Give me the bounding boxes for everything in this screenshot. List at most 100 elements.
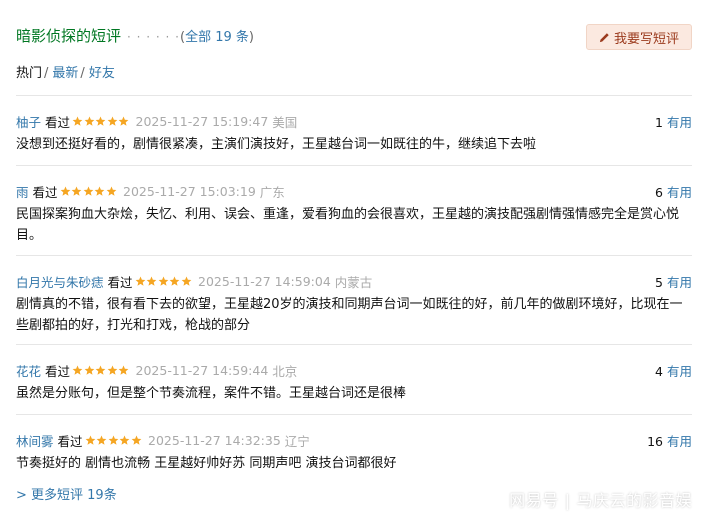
comment-time: 2025-11-27 14:59:04 <box>198 274 331 289</box>
star-icon <box>107 116 117 126</box>
comment-user-link[interactable]: 白月光与朱砂痣 <box>16 272 104 291</box>
star-icon <box>106 186 116 196</box>
watermark-divider: | <box>564 491 571 510</box>
comment-item: 白月光与朱砂痣 看过 2025-11-27 14:59:04 内蒙古 5 有用剧情真的不错… <box>16 255 692 344</box>
useful-label[interactable]: 有用 <box>667 185 692 200</box>
comment-location: 广东 <box>259 185 285 200</box>
comment-user-link[interactable]: 雨 <box>16 182 29 201</box>
useful-count: 4 <box>655 364 663 379</box>
comment-time: 2025-11-27 14:59:44 <box>135 363 269 378</box>
star-icon <box>135 276 145 286</box>
tab-separator: / <box>80 66 85 81</box>
star-icon <box>96 435 107 445</box>
star-icon <box>146 276 157 286</box>
star-icon <box>169 276 180 286</box>
comment-content: 虽然是分账句，但是整个节奏流程，案件不错。王星越台词还是很棒 <box>16 386 407 401</box>
star-icon <box>118 116 129 126</box>
total-close-paren: ) <box>248 30 254 45</box>
useful-label[interactable]: 有用 <box>667 275 692 290</box>
comment-time: 2025-11-27 15:19:47 <box>135 114 269 129</box>
star-icon <box>85 435 95 445</box>
comment-user-link[interactable]: 林间雾 <box>16 431 54 450</box>
write-comment-button[interactable]: 我要写短评 <box>585 24 692 50</box>
comment-list: 柚子 看过 2025-11-27 15:19:47 美国 1 有用 没想到还挺好看的，剧情很… <box>16 95 692 484</box>
watched-label: 看过 <box>107 275 133 290</box>
watched-label: 看过 <box>32 185 58 200</box>
comment-item: 柚子 看过 2025-11-27 15:19:47 美国 1 有用没想到还挺好看的，剧情很… <box>16 95 692 165</box>
comment-time: 2025-11-27 15:03:19 <box>123 184 256 199</box>
comment-location: 美国 <box>272 115 298 130</box>
star-icon <box>83 186 93 196</box>
comment-item: 花花 看过 2025-11-27 14:59:44 北京 4 有用虽然是分账句，但是整个节… <box>16 344 692 414</box>
comment-content: 节奏挺好的 剧情也流畅 王星越好帅好苏 同期声吧 演技台词都很好 <box>16 456 397 471</box>
write-comment-label: 我要写短评 <box>613 31 679 47</box>
useful-label[interactable]: 有用 <box>667 364 692 379</box>
star-icon <box>118 365 129 375</box>
star-icon <box>158 276 168 286</box>
rating-stars <box>72 116 130 127</box>
watched-label: 看过 <box>45 115 71 130</box>
watermark-brand: 网易号 <box>509 491 559 510</box>
comment-time: 2025-11-27 14:32:35 <box>148 433 281 448</box>
pencil-icon <box>599 32 610 43</box>
star-icon <box>107 365 117 375</box>
comment-meta: 雨看过 2025-11-27 15:03:19 广东 <box>16 182 285 201</box>
useful-vote[interactable]: 16 有用 <box>647 431 692 450</box>
tab-0[interactable]: 热门 <box>16 66 42 81</box>
more-comments-link[interactable]: > 更多短评 19条 <box>16 484 117 503</box>
watermark-author: 马庆云的影音娱 <box>576 491 692 510</box>
useful-vote[interactable]: 4 有用 <box>655 361 692 380</box>
comment-content: 没想到还挺好看的，剧情很紧凑，主演们演技好，王星越台词一如既往的牛，继续追下去啦 <box>16 137 537 152</box>
sort-tabs: 热门 / 最新 / 好友 <box>16 62 115 81</box>
star-icon <box>95 116 106 126</box>
useful-count: 6 <box>655 185 663 200</box>
comment-content: 剧情真的不错，很有看下去的欲望，王星越20岁的演技和同期声台词一如既往的好，前几… <box>16 297 683 333</box>
rating-stars <box>72 365 130 376</box>
star-icon <box>72 365 83 375</box>
section-header: 暗影侦探的短评 · · · · · · (全部 19 条) 我要写短评 热门 / 最… <box>16 0 692 81</box>
comment-location: 北京 <box>272 364 298 379</box>
all-comments-link[interactable]: 全部 19 条 <box>185 30 249 45</box>
useful-vote[interactable]: 1 有用 <box>655 112 692 131</box>
title-wrap: 暗影侦探的短评 · · · · · · (全部 19 条) <box>16 25 254 46</box>
total-count: (全部 19 条) <box>180 26 254 45</box>
comment-item: 林间雾 看过 2025-11-27 14:32:35 辽宁 16 有用节奏挺好的 剧情也流… <box>16 414 692 484</box>
star-icon <box>84 365 94 375</box>
comment-user-link[interactable]: 柚子 <box>16 112 41 131</box>
comment-location: 辽宁 <box>284 434 310 449</box>
useful-count: 5 <box>655 275 663 290</box>
tab-1[interactable]: 最新 <box>52 66 78 81</box>
title-dots: · · · · · · <box>127 30 180 44</box>
watched-label: 看过 <box>57 434 83 449</box>
star-icon <box>108 435 118 445</box>
star-icon <box>181 276 191 286</box>
rating-stars <box>85 435 143 446</box>
watermark: 网易号 | 马庆云的影音娱 <box>509 487 692 511</box>
star-icon <box>71 186 82 196</box>
comments-section: 暗影侦探的短评 · · · · · · (全部 19 条) 我要写短评 热门 / 最… <box>16 0 692 503</box>
star-icon <box>94 186 105 196</box>
comment-user-link[interactable]: 花花 <box>16 361 41 380</box>
watched-label: 看过 <box>45 364 71 379</box>
tab-2[interactable]: 好友 <box>89 66 115 81</box>
comment-meta: 林间雾 看过 2025-11-27 14:32:35 辽宁 <box>16 431 310 450</box>
comment-meta: 柚子 看过 2025-11-27 15:19:47 美国 <box>16 112 297 131</box>
useful-label[interactable]: 有用 <box>667 115 692 130</box>
tab-separator: / <box>44 66 49 81</box>
rating-stars <box>60 186 118 197</box>
useful-count: 16 <box>647 434 663 449</box>
comment-location: 内蒙古 <box>334 275 373 290</box>
star-icon <box>84 116 94 126</box>
comment-item: 雨看过 2025-11-27 15:03:19 广东 6 有用民国探案狗血大杂烩，失忆、… <box>16 165 692 255</box>
useful-label[interactable]: 有用 <box>667 434 692 449</box>
star-icon <box>131 435 141 445</box>
comment-meta: 白月光与朱砂痣 看过 2025-11-27 14:59:04 内蒙古 <box>16 272 372 291</box>
comment-meta: 花花 看过 2025-11-27 14:59:44 北京 <box>16 361 297 380</box>
star-icon <box>95 365 106 375</box>
useful-count: 1 <box>655 115 663 130</box>
section-title: 暗影侦探的短评 <box>16 27 122 45</box>
useful-vote[interactable]: 6 有用 <box>655 182 692 201</box>
useful-vote[interactable]: 5 有用 <box>655 272 692 291</box>
comment-content: 民国探案狗血大杂烩，失忆、利用、误会、重逢，爱看狗血的会很喜欢，王星越的演技配强… <box>16 207 680 243</box>
star-icon <box>72 116 83 126</box>
